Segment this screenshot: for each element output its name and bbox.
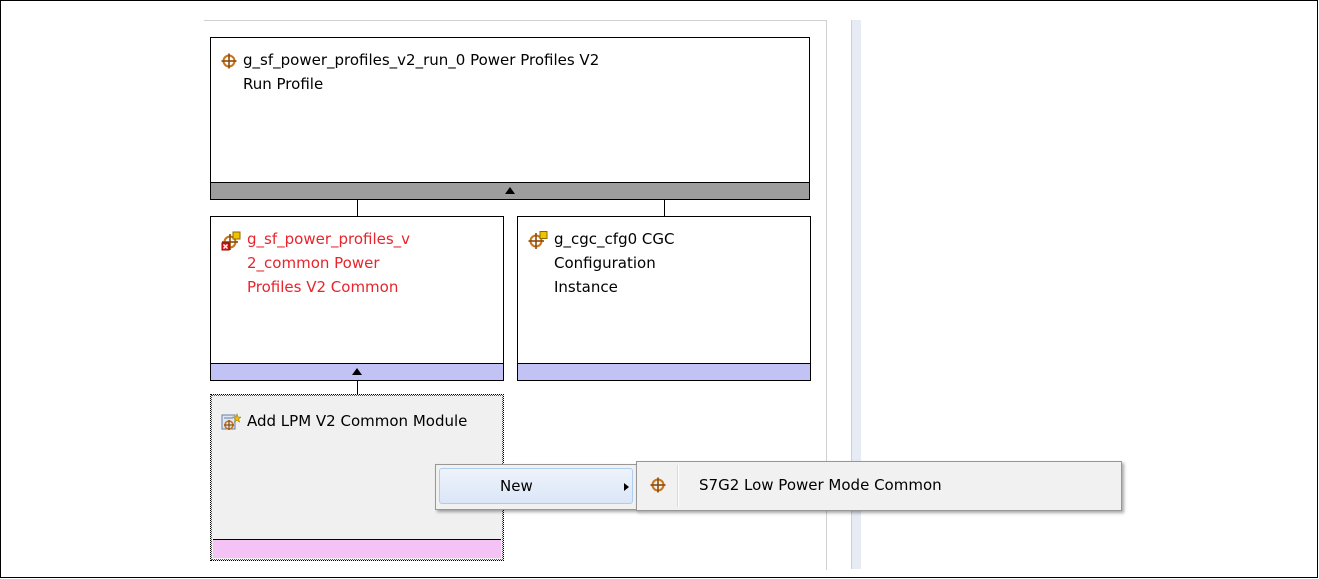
menu-icon-separator	[677, 465, 678, 507]
submenu: S7G2 Low Power Mode Common	[636, 461, 1122, 511]
node-footer	[518, 363, 810, 380]
node-title: Add LPM V2 Common Module	[247, 412, 468, 430]
node-footer-expand[interactable]	[211, 363, 503, 380]
node-cgc-configuration[interactable]: g_cgc_cfg0 CGC Configuration Instance	[517, 216, 811, 381]
crosshair-module-icon	[221, 52, 237, 76]
submenu-item-s7g2-low-power-mode-common[interactable]: S7G2 Low Power Mode Common	[699, 476, 942, 494]
module-error-icon	[221, 231, 241, 258]
node-title: g_sf_power_profiles_v 2_common Power Pro…	[247, 230, 411, 296]
node-title: g_sf_power_profiles_v2_run_0 Power Profi…	[243, 51, 600, 93]
triangle-up-icon	[505, 187, 515, 194]
chevron-right-icon	[624, 483, 629, 491]
node-power-profiles-common[interactable]: g_sf_power_profiles_v 2_common Power Pro…	[210, 216, 504, 381]
node-footer-expand[interactable]	[211, 182, 809, 199]
connector-line	[664, 200, 665, 217]
node-run-profile[interactable]: g_sf_power_profiles_v2_run_0 Power Profi…	[210, 37, 810, 200]
connector-line	[357, 200, 358, 217]
menu-item-label: New	[500, 477, 533, 495]
context-menu: New	[435, 464, 637, 510]
node-footer	[213, 539, 501, 558]
connector-line	[357, 380, 358, 395]
crosshair-module-icon	[650, 477, 666, 497]
node-title: g_cgc_cfg0 CGC Configuration Instance	[554, 230, 675, 296]
menu-item-new[interactable]: New	[439, 468, 633, 504]
triangle-up-icon	[352, 368, 362, 375]
add-module-icon	[221, 413, 242, 440]
crosshair-module-icon	[528, 231, 548, 256]
